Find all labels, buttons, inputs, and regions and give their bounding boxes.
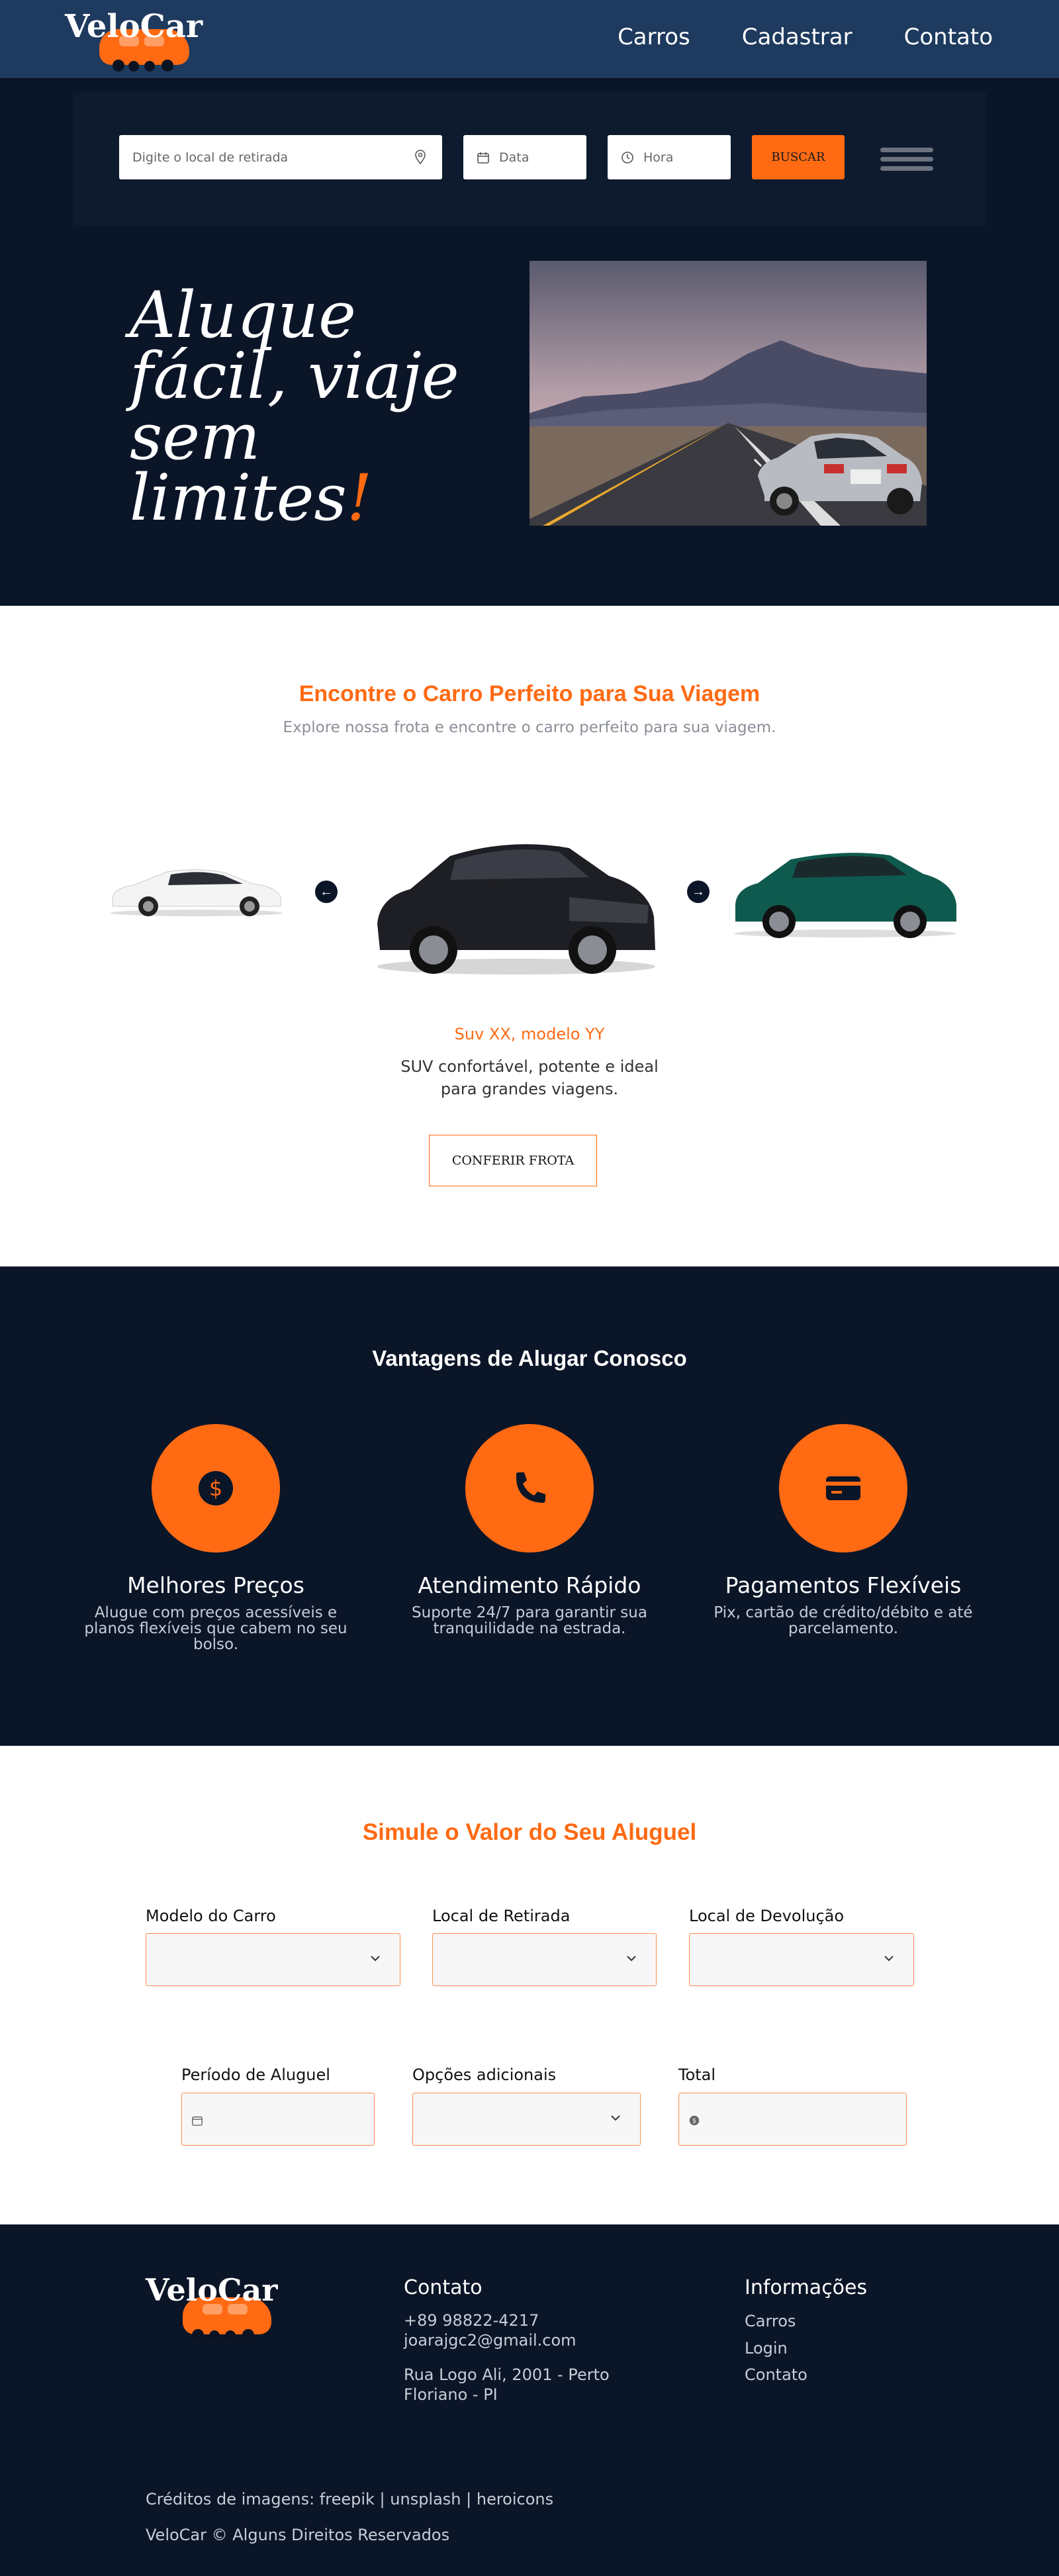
footer-phone: +89 98822-4217 (404, 2311, 539, 2330)
advantages-section: Vantagens de Alugar Conosco $ Melhores P… (0, 1266, 1059, 1746)
logo[interactable]: VeloCar (65, 8, 203, 74)
pickup-location-select[interactable] (432, 1933, 657, 1986)
chevron-down-icon (611, 2115, 620, 2121)
footer-contact-title: Contato (404, 2276, 483, 2299)
chevron-down-icon (884, 1956, 894, 1962)
footer-logo-text: VeloCar (146, 2272, 278, 2308)
svg-text:$: $ (692, 2118, 696, 2125)
chevron-down-icon (627, 1956, 636, 1962)
nav-link-contato[interactable]: Contato (904, 24, 993, 50)
money-icon: $ (689, 2115, 700, 2126)
location-pin-icon (415, 150, 426, 164)
location-field[interactable]: Digite o local de retirada (119, 135, 442, 179)
carousel-next-button[interactable]: → (687, 881, 710, 903)
dollar-icon: $ (199, 1471, 233, 1505)
label-additional-options: Opções adicionais (412, 2066, 557, 2084)
footer-address: Rua Logo Ali, 2001 - Perto Floriano - PI (404, 2365, 610, 2404)
footer-credits: Créditos de imagens: freepik | unsplash … (146, 2490, 554, 2508)
logo-text: VeloCar (65, 8, 203, 45)
nav-link-cadastrar[interactable]: Cadastrar (742, 24, 852, 50)
label-total: Total (678, 2066, 716, 2084)
footer-copyright: VeloCar © Alguns Direitos Reservados (146, 2526, 450, 2544)
footer-link-login[interactable]: Login (745, 2339, 788, 2358)
car-model-select[interactable] (146, 1933, 400, 1986)
time-field[interactable]: Hora (608, 135, 731, 179)
footer-link-carros[interactable]: Carros (745, 2312, 796, 2330)
advantages-title: Vantagens de Alugar Conosco (372, 1346, 687, 1370)
label-rental-period: Período de Aluguel (181, 2066, 330, 2084)
chevron-down-icon (371, 1956, 380, 1962)
label-pickup-location: Local de Retirada (432, 1907, 571, 1925)
calendar-icon (192, 2116, 203, 2126)
clock-icon (622, 152, 633, 164)
search-bar: Digite o local de retirada Data Hora BUS… (73, 93, 986, 225)
nav-link-carros[interactable]: Carros (618, 24, 690, 50)
additional-options-select[interactable] (412, 2093, 641, 2146)
car-black-suv-image (377, 844, 655, 975)
date-placeholder: Data (499, 150, 530, 165)
carousel-prev-button[interactable]: ← (315, 881, 338, 903)
advantage-best-prices: $ Melhores Preços Alugue com preços aces… (70, 1424, 361, 1652)
calendar-icon (477, 152, 489, 164)
footer: VeloCar Contato +89 98822-4217 joarajgc2… (0, 2224, 1059, 2576)
credit-card-icon (826, 1476, 860, 1500)
advantage-fast-support: Atendimento Rápido Suporte 24/7 para gar… (384, 1424, 675, 1637)
hero-image (530, 261, 927, 526)
top-nav: VeloCar Carros Cadastrar Contato (0, 0, 1059, 78)
simulator-title: Simule o Valor do Seu Aluguel (362, 1819, 697, 1845)
return-location-select[interactable] (689, 1933, 914, 1986)
hamburger-menu-icon[interactable] (880, 148, 933, 171)
hero-section: Digite o local de retirada Data Hora BUS… (0, 78, 1059, 606)
view-fleet-button[interactable]: CONFERIR FROTA (429, 1135, 597, 1186)
advantage-flexible-payments: Pagamentos Flexíveis Pix, cartão de créd… (698, 1424, 989, 1637)
phone-icon (516, 1472, 545, 1503)
location-placeholder: Digite o local de retirada (132, 150, 289, 165)
label-return-location: Local de Devolução (689, 1907, 845, 1925)
fleet-title: Encontre o Carro Perfeito para Sua Viage… (299, 681, 760, 706)
total-field: $ (678, 2093, 907, 2146)
car-description: SUV confortável, potente e ideal para gr… (400, 1057, 659, 1098)
date-field[interactable]: Data (463, 135, 586, 179)
rental-period-input[interactable] (181, 2093, 375, 2146)
fleet-subtitle: Explore nossa frota e encontre o carro p… (283, 719, 776, 736)
car-white-sedan-image (111, 869, 283, 916)
footer-link-contato[interactable]: Contato (745, 2365, 807, 2384)
car-name: Suv XX, modelo YY (454, 1025, 605, 1043)
footer-info-title: Informações (745, 2276, 868, 2299)
hero-title: Aluque fácil, viaje sem limites! (130, 278, 459, 535)
footer-email[interactable]: joarajgc2@gmail.com (404, 2330, 576, 2350)
search-button[interactable]: BUSCAR (752, 135, 845, 179)
car-green-suv-image (734, 853, 956, 938)
time-placeholder: Hora (643, 150, 674, 165)
label-car-model: Modelo do Carro (146, 1907, 276, 1925)
svg-text:$: $ (209, 1476, 222, 1501)
footer-logo: VeloCar (146, 2272, 285, 2345)
